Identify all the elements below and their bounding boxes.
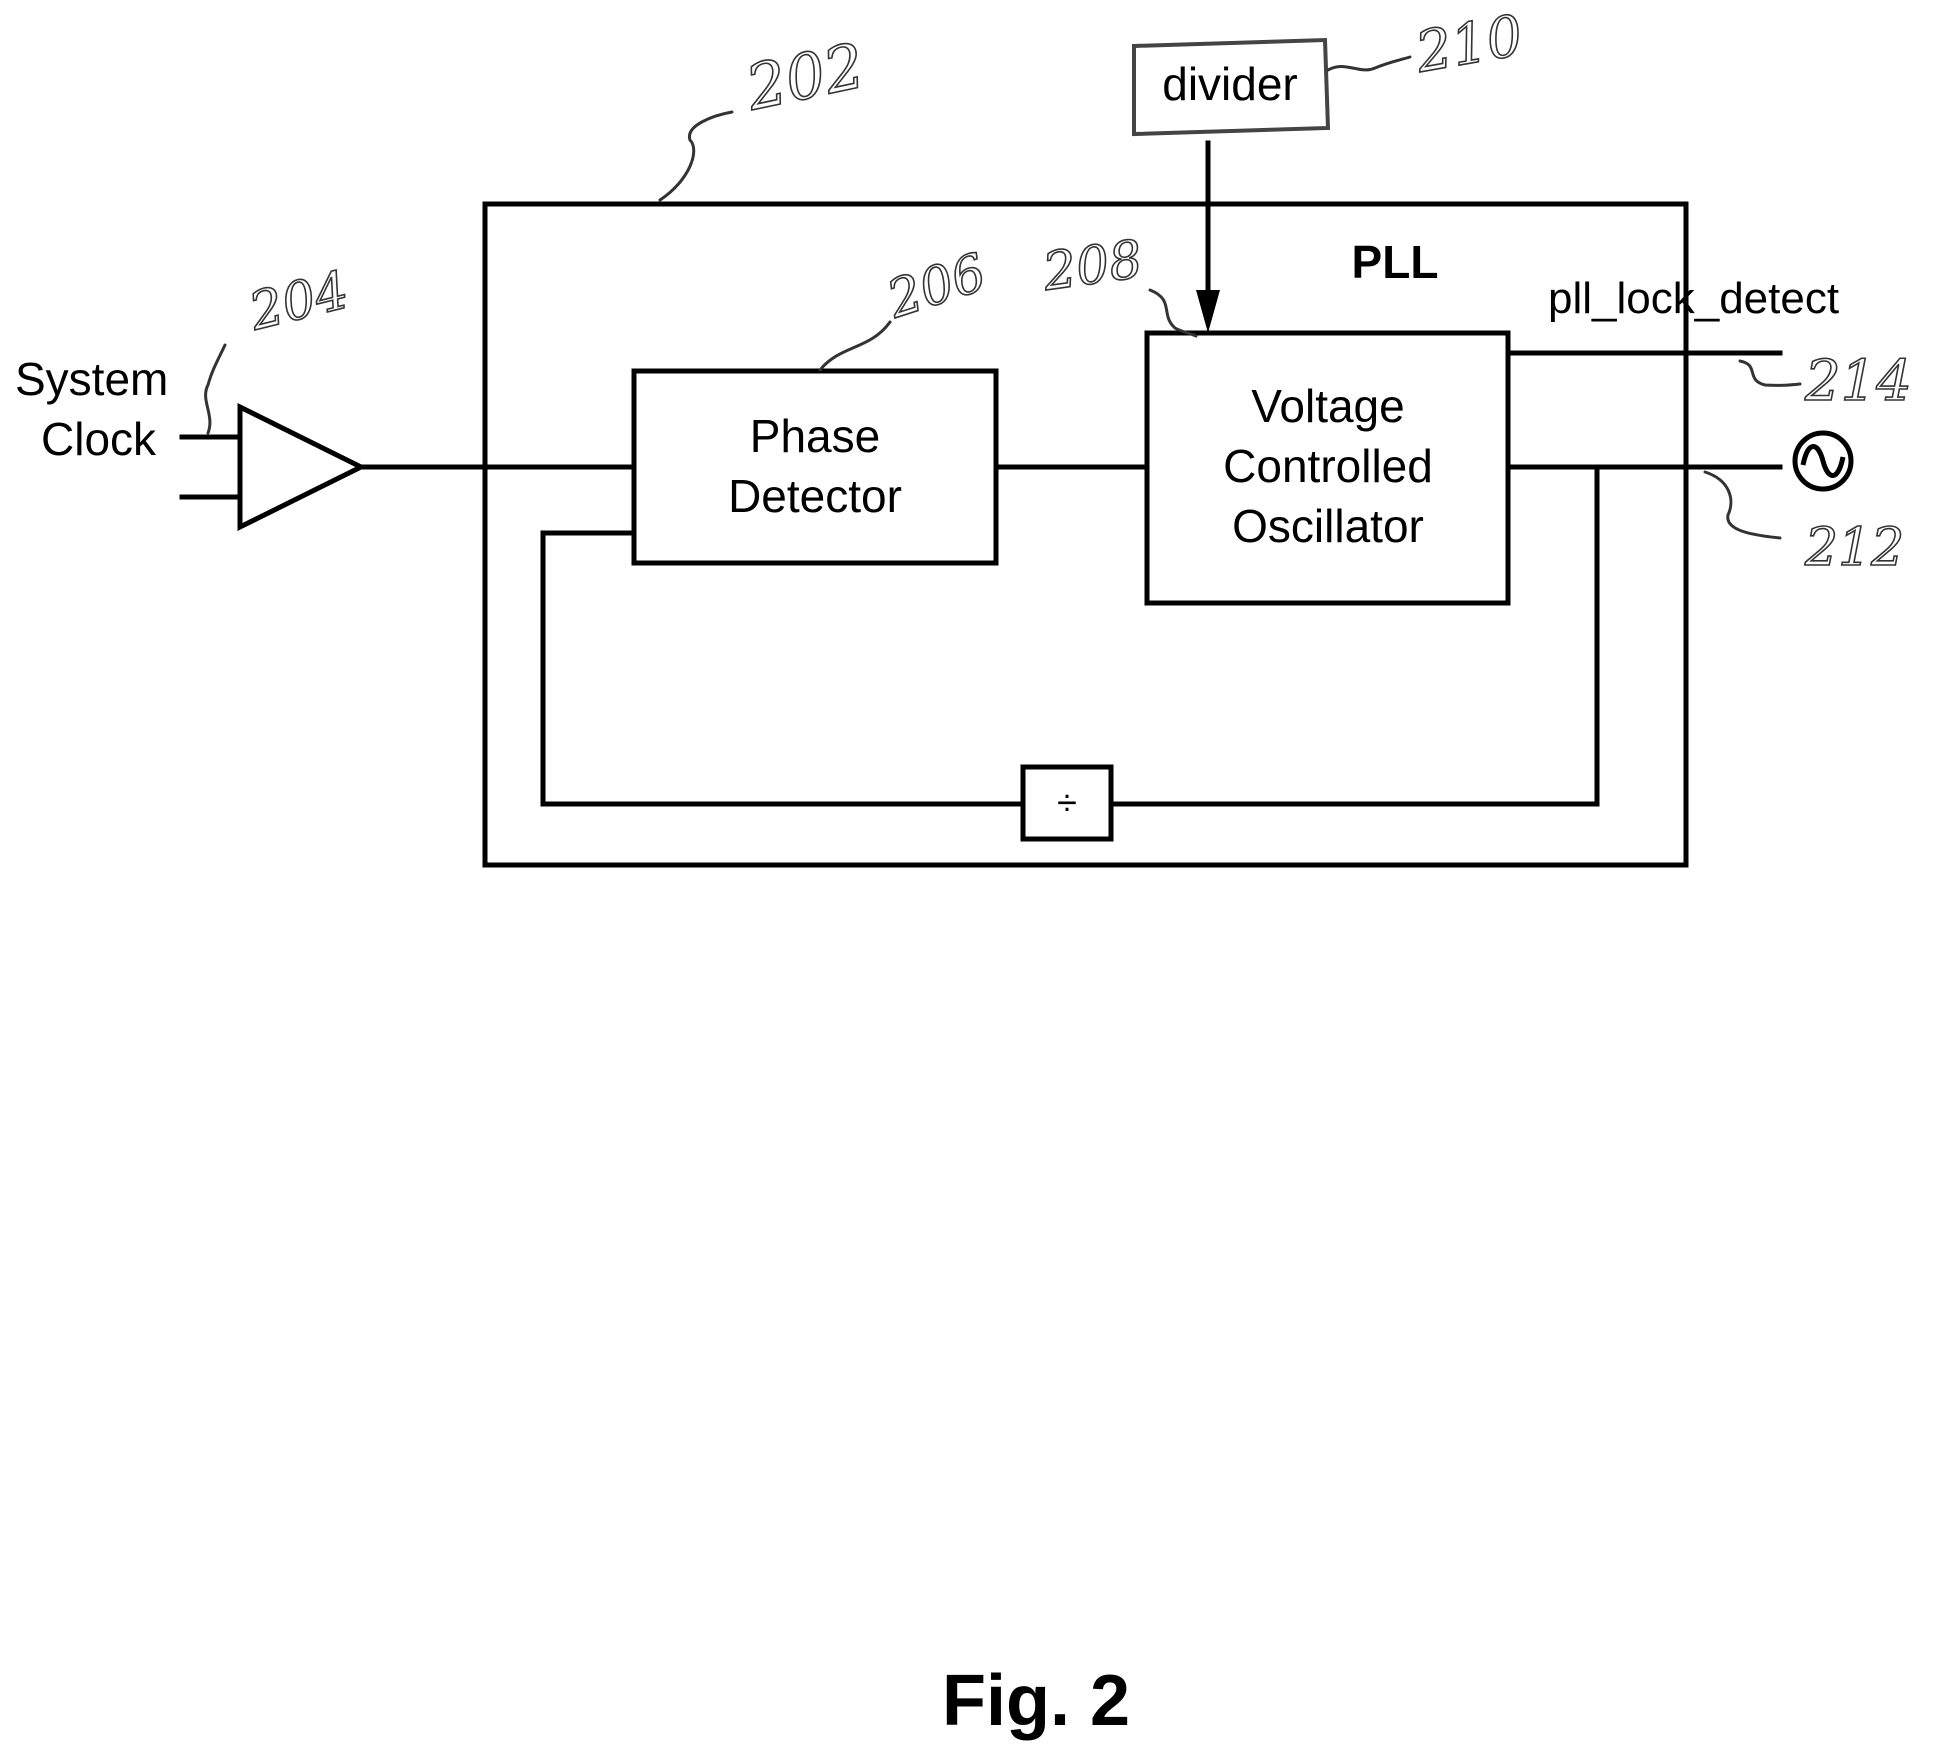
vco-label-line3: Oscillator	[1232, 500, 1424, 552]
reference-204: 204	[204, 260, 355, 435]
pll-title: PLL	[1352, 236, 1439, 288]
feedback-divider-symbol: ÷	[1057, 782, 1077, 823]
input-buffer-triangle-icon	[237, 402, 367, 532]
lock-detect-label: pll_lock_detect	[1548, 274, 1839, 323]
ref-numeral-210: 210	[1410, 3, 1528, 86]
divider-label: divider	[1162, 58, 1298, 110]
phase-detector-label-line1: Phase	[750, 410, 880, 462]
ref-numeral-202: 202	[739, 29, 871, 125]
vco-label-line2: Controlled	[1223, 440, 1433, 492]
phase-detector-label-line2: Detector	[728, 470, 902, 522]
ref-numeral-212: 212	[1804, 518, 1904, 578]
sine-wave-source-icon	[1792, 430, 1854, 492]
reference-214: 214	[1738, 348, 1913, 415]
system-clock-label-line1: System	[15, 353, 168, 405]
ref-numeral-204: 204	[243, 260, 355, 342]
pll-block-diagram: PLL System Clock Phase Detector Voltage …	[15, 2, 1913, 1741]
ref-numeral-214: 214	[1804, 349, 1912, 414]
figure-caption: Fig. 2	[942, 1661, 1130, 1741]
phase-detector-box	[631, 368, 999, 566]
reference-212: 212	[1703, 470, 1905, 579]
vco-label-line1: Voltage	[1251, 380, 1404, 432]
reference-210: 210	[1326, 2, 1528, 87]
system-clock-label-line2: Clock	[41, 413, 157, 465]
reference-202: 202	[658, 28, 872, 202]
